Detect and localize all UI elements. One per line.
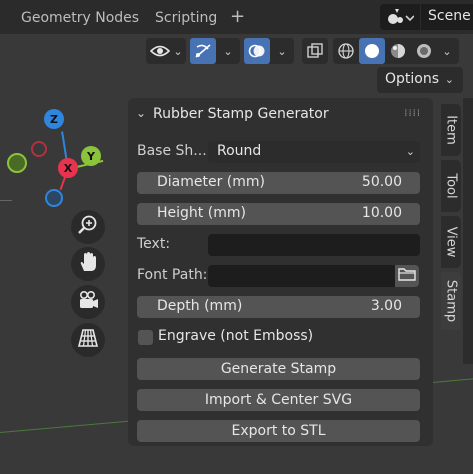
perspective-toggle-button[interactable] [71,323,105,357]
tab-scripting[interactable]: Scripting [155,0,217,34]
tab-view[interactable]: View [441,216,461,268]
chevron-down-icon[interactable]: ⌄ [439,38,455,64]
overlay-toggle-icon[interactable] [244,38,270,64]
base-shape-label: Base Sh... [137,143,207,159]
visibility-dropdown[interactable]: ⌄ [146,38,186,64]
tab-item-label: Item [443,115,459,145]
depth-field[interactable]: Depth (mm) 3.00 [137,296,420,318]
options-dropdown[interactable]: Options ⌄ [377,67,463,93]
options-label: Options [385,71,440,87]
workspace-tab-bar: Geometry Nodes Scripting + Scene [0,0,473,34]
depth-value: 3.00 [370,298,402,314]
height-label: Height (mm) [157,205,246,221]
chevron-down-icon: ⌄ [444,73,454,86]
chevron-down-icon: ⌄ [277,44,287,58]
material-shading-icon[interactable] [385,38,411,64]
add-workspace-button[interactable]: + [230,0,245,34]
xray-toggle[interactable] [302,38,328,64]
diameter-label: Diameter (mm) [157,174,266,190]
rendered-shading-icon[interactable] [411,38,437,64]
gizmo-neg-y-ball[interactable] [7,153,27,173]
scene-name: Scene [428,8,471,24]
file-browser-button[interactable] [395,265,419,287]
eye-icon [148,38,172,64]
text-input[interactable] [208,234,420,256]
gizmo-y-ball[interactable]: Y [81,146,101,166]
camera-view-button[interactable] [71,285,105,319]
tab-item[interactable]: Item [441,104,461,156]
gizmo-dropdown[interactable]: ⌄ [190,38,240,64]
solid-shading-icon[interactable] [359,38,385,64]
chevron-down-icon: ⌄ [173,44,183,58]
base-shape-value: Round [217,143,262,159]
font-path-input[interactable] [208,265,395,287]
engrave-checkbox[interactable] [138,330,153,345]
pan-button[interactable] [71,247,105,281]
tab-view-label: View [443,226,459,258]
scene-icon [386,8,415,30]
xray-icon [302,38,328,64]
shading-mode-group: ⌄ [333,38,459,64]
gizmo-neg-x-ball[interactable] [31,141,47,157]
export-stl-button[interactable]: Export to STL [137,420,420,442]
grid-line [432,378,473,383]
panel-title[interactable]: Rubber Stamp Generator [153,106,329,122]
overlay-dropdown[interactable]: ⌄ [244,38,294,64]
chevron-down-icon: ⌄ [223,44,233,58]
chevron-down-icon: ⌄ [405,145,415,158]
tab-stamp-label: Stamp [443,279,459,323]
drag-handle-icon[interactable]: ⁞⁞⁞⁞ [404,108,421,119]
diameter-value: 50.00 [361,174,402,190]
text-label: Text: [137,236,171,252]
wireframe-shading-icon[interactable] [333,38,359,64]
camera-icon [77,289,99,315]
generate-stamp-button[interactable]: Generate Stamp [137,358,420,380]
depth-label: Depth (mm) [157,298,243,314]
base-shape-select[interactable]: Round ⌄ [208,141,420,163]
tab-tool[interactable]: Tool [441,160,461,212]
gizmo-toggle-icon[interactable] [190,38,216,64]
engrave-label[interactable]: Engrave (not Emboss) [158,328,313,344]
grid-perspective-icon [77,327,99,353]
grid-line [0,200,12,201]
import-center-svg-button[interactable]: Import & Center SVG [137,389,420,411]
collapse-chevron-icon[interactable]: ⌄ [136,106,146,120]
3d-viewport[interactable]: ⌄ ⌄ ⌄ ⌄ Z Y X Options ⌄ ⌄ Rubber Stamp G… [0,34,473,474]
gizmo-z-ball[interactable]: Z [44,109,64,129]
tab-tool-label: Tool [443,173,459,199]
font-path-label: Font Path: [137,267,208,283]
folder-icon [398,267,416,285]
sidebar-tab-strip [463,98,473,364]
height-value: 10.00 [361,205,402,221]
scene-selector[interactable]: Scene [380,4,473,30]
grid-line [0,419,140,433]
tab-stamp[interactable]: Stamp [441,272,461,330]
zoom-button[interactable] [71,210,105,244]
hand-icon [77,251,99,277]
gizmo-x-ball[interactable]: X [58,158,78,178]
rubber-stamp-panel: ⌄ Rubber Stamp Generator ⁞⁞⁞⁞ Base Sh...… [128,98,433,446]
height-field[interactable]: Height (mm) 10.00 [137,203,420,225]
tab-geometry-nodes[interactable]: Geometry Nodes [21,0,139,34]
diameter-field[interactable]: Diameter (mm) 50.00 [137,172,420,194]
zoom-icon [77,214,99,240]
gizmo-neg-z-ball[interactable] [45,189,63,207]
